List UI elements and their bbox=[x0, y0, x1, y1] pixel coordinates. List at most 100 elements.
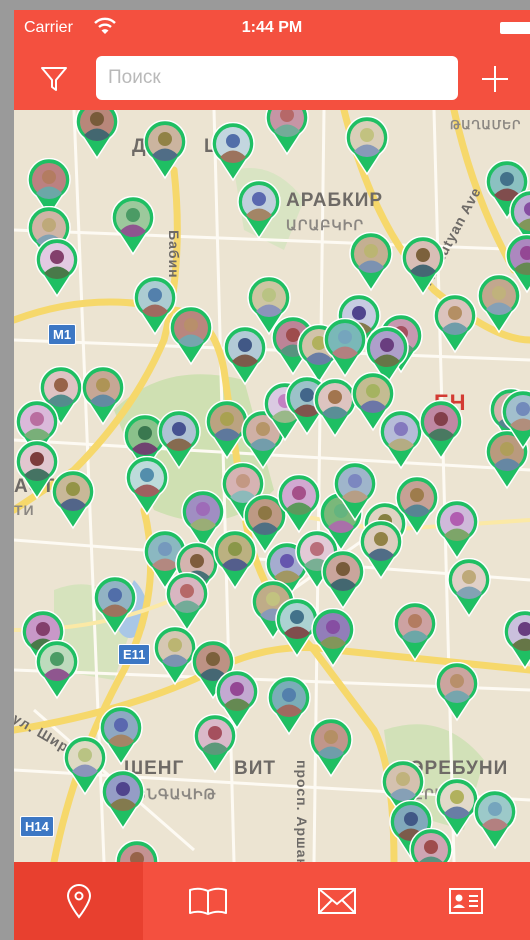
user-pin[interactable] bbox=[500, 390, 530, 450]
user-pin[interactable] bbox=[34, 238, 80, 298]
status-bar: Carrier 1:44 PM bbox=[14, 10, 530, 46]
user-pin[interactable] bbox=[80, 366, 126, 426]
device-frame: Carrier 1:44 PM Поиск АРАБКИР ԱՐԱԲԿԻՐ Д … bbox=[0, 0, 530, 940]
road-shield-h14: H14 bbox=[20, 816, 54, 837]
avatar-pin-icon bbox=[75, 110, 119, 160]
user-pin[interactable] bbox=[310, 608, 356, 668]
user-pin[interactable] bbox=[418, 400, 464, 460]
tab-profile[interactable] bbox=[401, 862, 530, 940]
avatar-pin-icon bbox=[433, 294, 477, 354]
user-pin[interactable] bbox=[192, 714, 238, 774]
app-screen: Carrier 1:44 PM Поиск АРАБКИР ԱՐԱԲԿԻՐ Д … bbox=[14, 10, 530, 940]
avatar-pin-icon bbox=[125, 456, 169, 516]
user-pin[interactable] bbox=[142, 120, 188, 180]
top-nav-bar bbox=[14, 46, 530, 110]
filter-icon bbox=[41, 67, 67, 91]
tab-map[interactable] bbox=[14, 862, 143, 940]
avatar-pin-icon bbox=[111, 196, 155, 256]
avatar-pin-icon bbox=[169, 306, 213, 366]
user-pin[interactable] bbox=[400, 236, 446, 296]
avatar-pin-icon bbox=[419, 400, 463, 460]
avatar-pin-icon bbox=[35, 640, 79, 700]
district-label-vit: ВИТ bbox=[234, 758, 276, 779]
user-pin[interactable] bbox=[348, 232, 394, 292]
avatar-pin-icon bbox=[143, 120, 187, 180]
avatar-pin-icon bbox=[393, 602, 437, 662]
user-pin[interactable] bbox=[210, 122, 256, 182]
avatar-pin-icon bbox=[309, 718, 353, 778]
user-pin[interactable] bbox=[50, 470, 96, 530]
user-pin[interactable] bbox=[264, 110, 310, 156]
user-pin[interactable] bbox=[236, 180, 282, 240]
user-pin[interactable] bbox=[114, 840, 160, 862]
user-pin[interactable] bbox=[322, 318, 368, 378]
search-input[interactable] bbox=[96, 56, 458, 100]
avatar-pin-icon bbox=[435, 662, 479, 722]
avatar-pin-icon bbox=[81, 366, 125, 426]
avatar-pin-icon bbox=[267, 676, 311, 736]
district-label-tagamer: ԹԱՂԱՄԵՐ bbox=[450, 118, 522, 132]
user-pin[interactable] bbox=[476, 274, 522, 334]
user-pin[interactable] bbox=[276, 474, 322, 534]
avatar-pin-icon bbox=[501, 390, 530, 450]
user-pin[interactable] bbox=[74, 110, 120, 160]
avatar-pin-icon bbox=[435, 500, 479, 560]
avatar-pin-icon bbox=[323, 318, 367, 378]
location-pin-icon bbox=[66, 884, 91, 919]
avatar-pin-icon bbox=[359, 520, 403, 580]
user-pin[interactable] bbox=[124, 456, 170, 516]
user-pin[interactable] bbox=[392, 602, 438, 662]
user-pin[interactable] bbox=[266, 676, 312, 736]
road-shield-e11: E11 bbox=[118, 644, 151, 665]
tab-catalog[interactable] bbox=[143, 862, 272, 940]
add-button[interactable] bbox=[478, 62, 512, 96]
user-pin[interactable] bbox=[34, 640, 80, 700]
avatar-pin-icon bbox=[211, 122, 255, 182]
avatar-pin-icon bbox=[265, 110, 309, 156]
district-label-arabkir: АРАБКИР bbox=[286, 190, 384, 211]
avatar-pin-icon bbox=[237, 180, 281, 240]
user-pin[interactable] bbox=[100, 770, 146, 830]
user-pin[interactable] bbox=[92, 576, 138, 636]
street-label-babin: Бабин bbox=[166, 230, 182, 279]
bottom-tab-bar bbox=[14, 862, 530, 940]
avatar-pin-icon bbox=[223, 326, 267, 386]
avatar-pin-icon bbox=[473, 790, 517, 850]
user-pin[interactable] bbox=[168, 306, 214, 366]
user-pin[interactable] bbox=[164, 572, 210, 632]
user-pin[interactable] bbox=[432, 294, 478, 354]
avatar-pin-icon bbox=[35, 238, 79, 298]
user-pin[interactable] bbox=[222, 326, 268, 386]
contact-card-icon bbox=[448, 888, 483, 914]
avatar-pin-icon bbox=[165, 572, 209, 632]
user-pin[interactable] bbox=[434, 662, 480, 722]
user-pin[interactable] bbox=[446, 558, 492, 618]
avatar-pin-icon bbox=[345, 116, 389, 176]
user-pin[interactable] bbox=[434, 500, 480, 560]
avatar-pin-icon bbox=[115, 840, 159, 862]
user-pin[interactable] bbox=[502, 610, 530, 670]
status-time: 1:44 PM bbox=[241, 19, 303, 36]
user-pin[interactable] bbox=[358, 520, 404, 580]
avatar-pin-icon bbox=[277, 474, 321, 534]
user-pin[interactable] bbox=[472, 790, 518, 850]
district-label-ti: ТИ bbox=[14, 502, 35, 518]
map-view[interactable]: АРАБКИР ԱՐԱԲԿԻՐ Д Ш ԹԱՂԱՄԵՐ ЕН АСТИЯ ТИ … bbox=[14, 110, 530, 862]
avatar-pin-icon bbox=[193, 714, 237, 774]
avatar-pin-icon bbox=[349, 232, 393, 292]
user-pin[interactable] bbox=[110, 196, 156, 256]
plus-icon bbox=[482, 66, 508, 92]
battery-icon bbox=[500, 22, 530, 34]
book-icon bbox=[188, 887, 227, 915]
avatar-pin-icon bbox=[503, 610, 530, 670]
user-pin[interactable] bbox=[344, 116, 390, 176]
avatar-pin-icon bbox=[93, 576, 137, 636]
avatar-pin-icon bbox=[477, 274, 521, 334]
avatar-pin-icon bbox=[447, 558, 491, 618]
tab-messages[interactable] bbox=[272, 862, 401, 940]
road-shield-m1: M1 bbox=[48, 324, 77, 345]
user-pin[interactable] bbox=[308, 718, 354, 778]
avatar-pin-icon bbox=[311, 608, 355, 668]
avatar-pin-icon bbox=[51, 470, 95, 530]
filter-button[interactable] bbox=[36, 60, 72, 96]
